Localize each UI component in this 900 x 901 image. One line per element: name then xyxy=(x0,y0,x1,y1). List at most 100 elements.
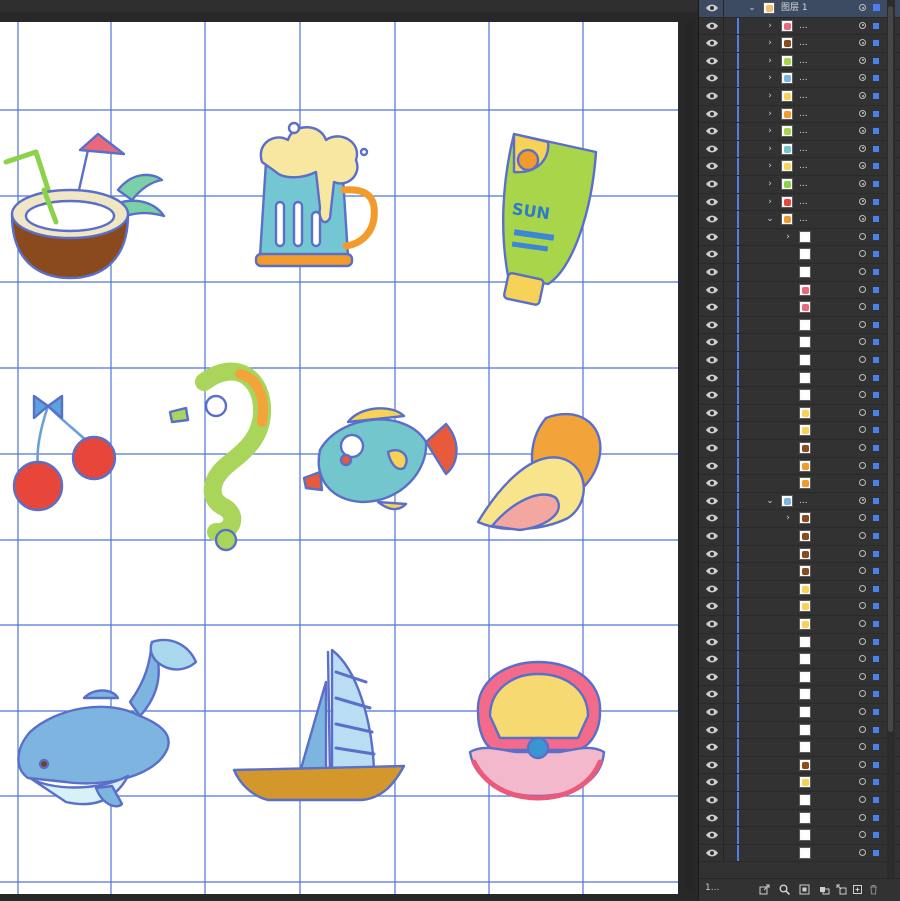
visibility-eye-icon[interactable] xyxy=(705,232,719,242)
layer-row-item[interactable]: › xyxy=(699,510,900,528)
layer-row-item[interactable] xyxy=(699,404,900,423)
layer-row-group[interactable]: ›... xyxy=(699,123,900,141)
expand-arrow-icon[interactable]: › xyxy=(765,160,775,172)
visibility-eye-icon[interactable] xyxy=(705,197,719,207)
expand-arrow-icon[interactable]: › xyxy=(765,196,775,208)
target-icon[interactable] xyxy=(859,496,866,504)
lock-column[interactable] xyxy=(723,492,724,510)
selection-indicator[interactable] xyxy=(873,339,879,346)
collapse-arrow-icon[interactable]: ⌄ xyxy=(747,2,757,14)
lock-column[interactable] xyxy=(723,228,724,246)
selection-indicator[interactable] xyxy=(873,726,879,733)
lock-column[interactable] xyxy=(723,88,724,105)
layer-row-group[interactable]: ›... xyxy=(699,88,900,106)
selection-indicator[interactable] xyxy=(873,40,879,47)
selection-indicator[interactable] xyxy=(873,779,879,786)
lock-column[interactable] xyxy=(723,422,724,439)
lock-column[interactable] xyxy=(723,844,724,862)
visibility-eye-icon[interactable] xyxy=(705,601,719,611)
selection-indicator[interactable] xyxy=(873,57,879,64)
selection-indicator[interactable] xyxy=(873,849,879,856)
visibility-eye-icon[interactable] xyxy=(705,126,719,136)
target-icon[interactable] xyxy=(859,796,866,803)
canvas-scrollbar[interactable] xyxy=(686,20,694,890)
visibility-eye-icon[interactable] xyxy=(705,73,719,83)
target-icon[interactable] xyxy=(859,92,866,99)
lock-column[interactable] xyxy=(723,686,724,703)
target-icon[interactable] xyxy=(859,461,866,469)
target-icon[interactable] xyxy=(859,831,866,839)
selection-indicator[interactable] xyxy=(873,515,879,522)
selection-indicator[interactable] xyxy=(873,216,879,223)
layer-list[interactable]: ⌄ 图层 1 ›... ›... ›... ›... ›... ›... ›... ›... ›..… xyxy=(699,0,900,878)
selection-indicator[interactable] xyxy=(873,75,879,82)
selection-indicator[interactable] xyxy=(873,145,879,152)
lock-column[interactable] xyxy=(723,264,724,281)
expand-arrow-icon[interactable]: › xyxy=(765,125,775,137)
expand-arrow-icon[interactable]: › xyxy=(765,108,775,120)
target-icon[interactable] xyxy=(859,391,866,399)
target-icon[interactable] xyxy=(859,373,866,381)
selection-indicator[interactable] xyxy=(873,656,879,663)
target-icon[interactable] xyxy=(859,813,866,821)
layer-row-item[interactable] xyxy=(699,299,900,317)
selection-indicator[interactable] xyxy=(873,638,879,645)
layer-row-group[interactable]: ›... xyxy=(699,140,900,159)
target-icon[interactable] xyxy=(859,74,866,82)
target-icon[interactable] xyxy=(859,690,866,698)
visibility-eye-icon[interactable] xyxy=(705,373,719,383)
lock-column[interactable] xyxy=(723,70,724,87)
visibility-eye-icon[interactable] xyxy=(705,584,719,594)
lock-column[interactable] xyxy=(723,528,724,545)
target-icon[interactable] xyxy=(859,444,866,451)
lock-column[interactable] xyxy=(723,739,724,756)
selection-indicator[interactable] xyxy=(873,603,879,610)
visibility-eye-icon[interactable] xyxy=(705,109,719,119)
visibility-eye-icon[interactable] xyxy=(705,725,719,735)
target-icon[interactable] xyxy=(859,743,866,751)
visibility-eye-icon[interactable] xyxy=(705,566,719,576)
visibility-eye-icon[interactable] xyxy=(705,21,719,31)
selection-indicator[interactable] xyxy=(873,709,879,715)
visibility-eye-icon[interactable] xyxy=(705,478,719,488)
visibility-eye-icon[interactable] xyxy=(705,654,719,664)
visibility-eye-icon[interactable] xyxy=(705,760,719,770)
visibility-eye-icon[interactable] xyxy=(705,513,719,523)
lock-column[interactable] xyxy=(723,668,724,686)
target-icon[interactable] xyxy=(859,708,866,715)
visibility-eye-icon[interactable] xyxy=(705,38,719,48)
layer-row-top[interactable]: ⌄ 图层 1 xyxy=(699,0,900,18)
selection-indicator[interactable] xyxy=(873,445,879,451)
canvas-area[interactable]: SUN xyxy=(0,0,698,900)
target-icon[interactable] xyxy=(859,408,866,416)
target-icon[interactable] xyxy=(859,725,866,733)
layer-row-item[interactable] xyxy=(699,246,900,264)
selection-indicator[interactable] xyxy=(873,550,879,557)
visibility-eye-icon[interactable] xyxy=(705,637,719,647)
target-icon[interactable] xyxy=(859,549,866,557)
expand-arrow-icon[interactable]: › xyxy=(783,512,793,524)
target-icon[interactable] xyxy=(859,620,866,627)
layer-name[interactable]: ... xyxy=(799,54,808,68)
selection-indicator[interactable] xyxy=(873,163,879,170)
selection-indicator[interactable] xyxy=(873,797,879,803)
artboard[interactable]: SUN xyxy=(0,22,678,894)
expand-arrow-icon[interactable]: › xyxy=(765,72,775,84)
visibility-eye-icon[interactable] xyxy=(705,267,719,277)
layer-name[interactable]: ... xyxy=(799,124,808,138)
visibility-eye-icon[interactable] xyxy=(705,390,719,400)
layer-row-item[interactable] xyxy=(699,264,900,282)
target-icon[interactable] xyxy=(859,232,866,240)
selection-indicator[interactable] xyxy=(873,832,879,839)
lock-column[interactable] xyxy=(723,704,724,721)
expand-arrow-icon[interactable]: › xyxy=(765,55,775,67)
target-icon[interactable] xyxy=(859,637,866,645)
target-icon[interactable] xyxy=(859,778,866,786)
layer-row-item[interactable] xyxy=(699,809,900,828)
expand-arrow-icon[interactable]: › xyxy=(765,20,775,32)
layer-row-item[interactable] xyxy=(699,528,900,546)
layer-row-item[interactable] xyxy=(699,422,900,440)
selection-indicator[interactable] xyxy=(873,568,879,575)
target-icon[interactable] xyxy=(859,514,866,522)
selection-indicator[interactable] xyxy=(873,251,879,258)
